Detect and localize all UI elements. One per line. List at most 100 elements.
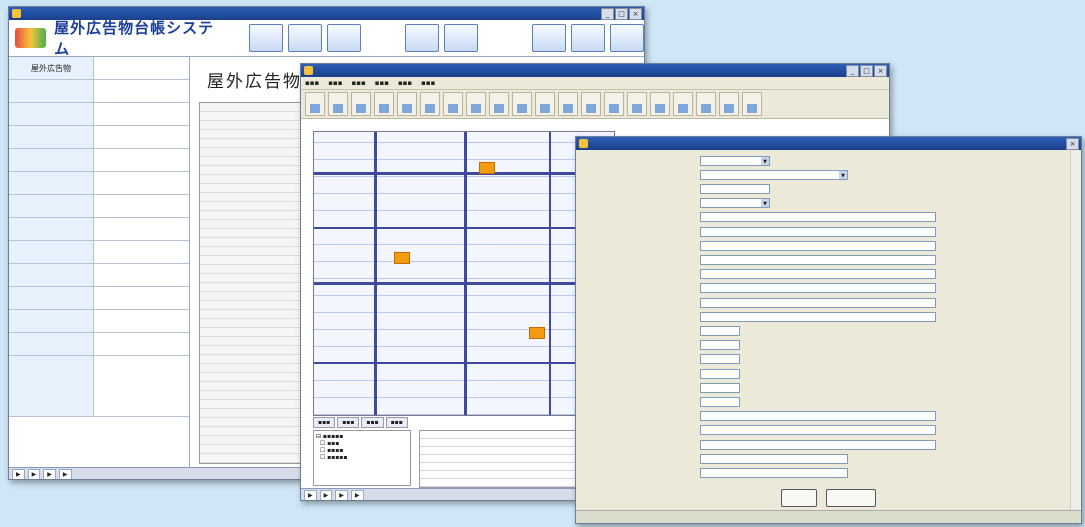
menu-item[interactable]: ▪▪▪ (421, 77, 435, 89)
tree-node[interactable]: ⊟ ▪▪▪▪▪ (316, 433, 408, 440)
attribute-value (94, 310, 189, 332)
tool-icon (448, 104, 458, 113)
map-tool-button[interactable] (397, 92, 417, 116)
map-tool-button[interactable] (719, 92, 739, 116)
form-input[interactable] (700, 311, 936, 322)
map-tool-button[interactable] (650, 92, 670, 116)
menu-item[interactable]: ▪▪▪ (375, 77, 389, 89)
taskbar-item[interactable]: ▶ (335, 490, 348, 500)
tab-layer-3[interactable]: ▪▪▪ (361, 417, 384, 428)
menu-item[interactable]: ▪▪▪ (305, 77, 319, 89)
form-input[interactable] (700, 226, 936, 237)
taskbar-item[interactable]: ▶ (12, 469, 25, 479)
form-input[interactable] (700, 396, 740, 407)
map-tool-button[interactable] (558, 92, 578, 116)
taskbar-item[interactable]: ▶ (43, 469, 56, 479)
menu-item[interactable]: ▪▪▪ (328, 77, 342, 89)
close-icon[interactable]: × (1066, 138, 1079, 150)
header-button-7[interactable] (570, 24, 605, 52)
layer-tree[interactable]: ⊟ ▪▪▪▪▪ ☐ ▪▪▪ ☐ ▪▪▪▪ ☐ ▪▪▪▪▪ (313, 430, 411, 486)
minimize-icon[interactable]: _ (846, 65, 859, 77)
form-scrollbar[interactable] (1070, 151, 1081, 511)
form-input[interactable] (700, 411, 936, 422)
taskbar-item[interactable]: ▶ (304, 490, 317, 500)
ok-button[interactable] (781, 489, 817, 507)
tree-node[interactable]: ☐ ▪▪▪ (316, 440, 408, 447)
form-input[interactable] (700, 283, 936, 294)
attribute-label (9, 241, 94, 263)
form-input[interactable] (700, 254, 936, 265)
header-button-4[interactable] (405, 24, 440, 52)
tool-icon (632, 104, 642, 113)
header-button-8[interactable] (609, 24, 644, 52)
form-input[interactable] (700, 269, 936, 280)
form-select[interactable] (700, 198, 770, 209)
tab-layer-1[interactable]: ▪▪▪ (313, 417, 336, 428)
maximize-icon[interactable]: □ (615, 8, 628, 20)
map-tool-button[interactable] (673, 92, 693, 116)
form-select[interactable] (700, 169, 848, 180)
map-tool-button[interactable] (535, 92, 555, 116)
map-tool-button[interactable] (512, 92, 532, 116)
form-select[interactable] (700, 155, 770, 166)
form-input[interactable] (700, 354, 740, 365)
header-button-5[interactable] (444, 24, 479, 52)
billboard-marker-icon[interactable] (479, 162, 495, 174)
form-input[interactable] (700, 325, 740, 336)
result-grid[interactable] (419, 430, 581, 488)
map-tool-button[interactable] (328, 92, 348, 116)
form-titlebar[interactable]: × (576, 137, 1081, 150)
taskbar-item[interactable]: ▶ (319, 490, 333, 500)
header-button-3[interactable] (327, 24, 362, 52)
tab-layer-4[interactable]: ▪▪▪ (385, 417, 408, 428)
header-button-2[interactable] (288, 24, 323, 52)
billboard-marker-icon[interactable] (529, 327, 545, 339)
billboard-marker-icon[interactable] (394, 252, 410, 264)
form-input[interactable] (700, 183, 770, 194)
header-button-1[interactable] (249, 24, 284, 52)
form-input[interactable] (700, 453, 848, 464)
map-tool-button[interactable] (604, 92, 624, 116)
map-tool-button[interactable] (420, 92, 440, 116)
map-titlebar[interactable]: _ □ × (301, 64, 889, 77)
tree-node[interactable]: ☐ ▪▪▪▪▪ (316, 454, 408, 461)
taskbar-item[interactable]: ▶ (350, 490, 364, 500)
tool-icon (310, 104, 320, 113)
tool-icon (540, 104, 550, 113)
map-tool-button[interactable] (351, 92, 371, 116)
map-tool-button[interactable] (466, 92, 486, 116)
map-tool-button[interactable] (489, 92, 509, 116)
form-input[interactable] (700, 240, 936, 251)
form-input[interactable] (700, 382, 740, 393)
tab-layer-2[interactable]: ▪▪▪ (337, 417, 360, 428)
close-icon[interactable]: × (629, 8, 642, 20)
attribute-label (9, 310, 94, 332)
map-road (314, 227, 614, 229)
tool-icon (701, 104, 711, 113)
map-tool-button[interactable] (581, 92, 601, 116)
form-input[interactable] (700, 467, 848, 478)
form-input[interactable] (700, 439, 936, 450)
close-icon[interactable]: × (874, 65, 887, 77)
menu-item[interactable]: ▪▪▪ (351, 77, 365, 89)
form-input[interactable] (700, 425, 936, 436)
menu-item[interactable]: ▪▪▪ (398, 77, 412, 89)
cancel-button[interactable] (826, 489, 876, 507)
minimize-icon[interactable]: _ (601, 8, 614, 20)
form-input[interactable] (700, 340, 740, 351)
form-input[interactable] (700, 368, 740, 379)
tree-node[interactable]: ☐ ▪▪▪▪ (316, 447, 408, 454)
header-button-6[interactable] (531, 24, 566, 52)
form-input[interactable] (700, 212, 936, 223)
map-tool-button[interactable] (742, 92, 762, 116)
taskbar-item[interactable]: ▶ (27, 469, 41, 479)
map-tool-button[interactable] (627, 92, 647, 116)
map-canvas[interactable] (313, 131, 615, 416)
maximize-icon[interactable]: □ (860, 65, 873, 77)
map-tool-button[interactable] (374, 92, 394, 116)
map-tool-button[interactable] (696, 92, 716, 116)
taskbar-item[interactable]: ▶ (58, 469, 72, 479)
form-input[interactable] (700, 297, 936, 308)
map-tool-button[interactable] (305, 92, 325, 116)
map-tool-button[interactable] (443, 92, 463, 116)
